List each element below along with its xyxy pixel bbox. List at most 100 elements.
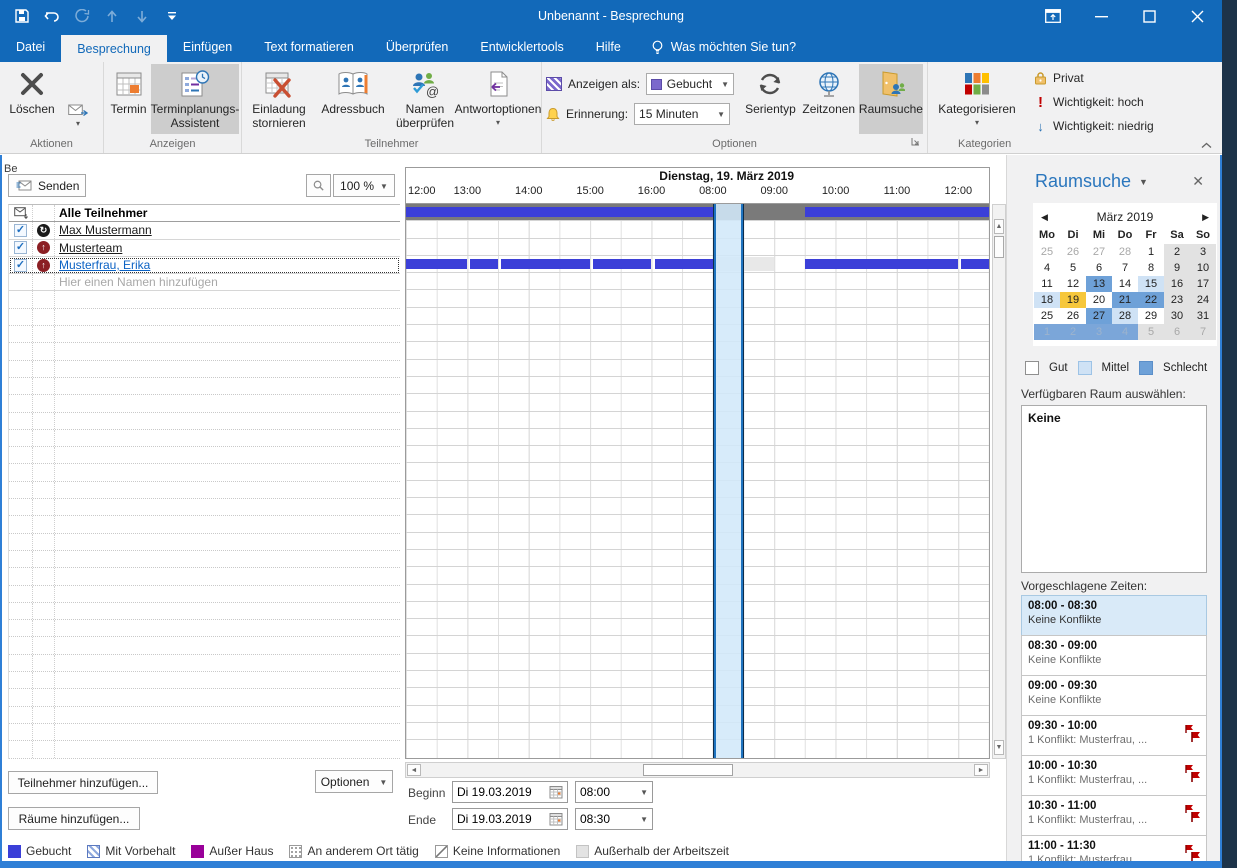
grid-horizontal-scrollbar[interactable]: ◄ ► <box>405 762 990 778</box>
empty-attendee-row[interactable] <box>9 672 400 689</box>
check-names-button[interactable]: @ Namen überprüfen <box>392 64 458 134</box>
attendee-name-link[interactable]: Musterfrau, Erika <box>59 258 150 272</box>
selected-time-slot[interactable] <box>713 204 744 758</box>
scroll-down-arrow[interactable]: ▼ <box>994 740 1004 755</box>
empty-attendee-row[interactable] <box>9 741 400 758</box>
empty-attendee-row[interactable] <box>9 707 400 724</box>
empty-attendee-row[interactable] <box>9 309 400 326</box>
calendar-day[interactable]: 8 <box>1138 260 1164 276</box>
dialog-launcher-icon[interactable] <box>911 137 923 149</box>
attendee-row[interactable]: ✓↻Max Mustermann <box>9 222 400 239</box>
save-icon[interactable] <box>14 8 30 24</box>
previous-month-arrow[interactable]: ◀ <box>1041 212 1048 223</box>
suggested-time-item[interactable]: 11:00 - 11:301 Konflikt: Musterfrau, ... <box>1021 835 1207 861</box>
attendee-row[interactable]: ✓↑Musterfrau, Erika <box>9 257 400 274</box>
calendar-day[interactable]: 10 <box>1190 260 1216 276</box>
low-importance-button[interactable]: ↓ Wichtigkeit: niedrig <box>1034 114 1154 138</box>
calendar-day[interactable]: 5 <box>1138 324 1164 340</box>
high-importance-button[interactable]: ! Wichtigkeit: hoch <box>1034 90 1154 114</box>
next-month-arrow[interactable]: ▶ <box>1202 212 1209 223</box>
empty-attendee-row[interactable] <box>9 378 400 395</box>
scroll-up-arrow[interactable]: ▲ <box>994 219 1004 234</box>
calendar-day[interactable]: 7 <box>1190 324 1216 340</box>
empty-attendee-row[interactable] <box>9 551 400 568</box>
empty-attendee-row[interactable] <box>9 395 400 412</box>
response-options-button[interactable]: Antwortoptionen ▾ <box>458 64 538 134</box>
calendar-day[interactable]: 1 <box>1034 324 1060 340</box>
vertical-scroll-thumb[interactable] <box>994 236 1004 258</box>
end-time-combobox[interactable]: 08:30 ▼ <box>575 808 653 830</box>
add-attendee-row[interactable]: Hier einen Namen hinzufügen <box>9 274 400 291</box>
tell-me-search[interactable]: Was möchten Sie tun? <box>637 32 810 62</box>
empty-attendee-row[interactable] <box>9 343 400 360</box>
calendar-day[interactable]: 3 <box>1086 324 1112 340</box>
empty-attendee-row[interactable] <box>9 655 400 672</box>
categorize-button[interactable]: Kategorisieren ▾ <box>934 64 1020 140</box>
customize-qat-icon[interactable] <box>164 8 180 24</box>
calendar-day[interactable]: 26 <box>1060 244 1086 260</box>
calendar-day[interactable]: 23 <box>1164 292 1190 308</box>
forward-button[interactable]: ▾ <box>60 64 96 128</box>
calendar-day[interactable]: 26 <box>1060 308 1086 324</box>
grid-vertical-scrollbar[interactable]: ▲ ▼ <box>992 204 1006 759</box>
calendar-day[interactable]: 14 <box>1112 276 1138 292</box>
empty-attendee-row[interactable] <box>9 568 400 585</box>
attendee-header-row[interactable]: Alle Teilnehmer <box>9 205 400 222</box>
close-button[interactable] <box>1186 5 1208 27</box>
room-finder-button[interactable]: Raumsuche <box>859 64 923 134</box>
redo-icon[interactable] <box>74 8 90 24</box>
options-button[interactable]: Optionen ▼ <box>315 770 393 793</box>
attendee-checkbox[interactable]: ✓ <box>9 222 33 238</box>
calendar-day[interactable]: 3 <box>1190 244 1216 260</box>
recurrence-button[interactable]: Serientyp <box>742 64 798 134</box>
begin-date-field[interactable]: Di 19.03.2019 <box>452 781 568 803</box>
empty-attendee-row[interactable] <box>9 482 400 499</box>
empty-attendee-row[interactable] <box>9 689 400 706</box>
ribbon-display-options-icon[interactable] <box>1042 5 1064 27</box>
maximize-button[interactable] <box>1138 5 1160 27</box>
attendee-name[interactable]: Musterfrau, Erika <box>55 258 400 272</box>
calendar-day[interactable]: 17 <box>1190 276 1216 292</box>
attendee-name-link[interactable]: Musterteam <box>59 241 122 255</box>
empty-attendee-row[interactable] <box>9 620 400 637</box>
calendar-day[interactable]: 25 <box>1034 308 1060 324</box>
attendee-name-link[interactable]: Max Mustermann <box>59 223 152 237</box>
calendar-day[interactable]: 5 <box>1060 260 1086 276</box>
tab--berpr-fen[interactable]: Überprüfen <box>370 32 465 62</box>
scroll-right-arrow[interactable]: ► <box>974 764 988 776</box>
empty-attendee-row[interactable] <box>9 464 400 481</box>
empty-attendee-row[interactable] <box>9 499 400 516</box>
suggested-time-item[interactable]: 09:00 - 09:30Keine Konflikte <box>1021 675 1207 716</box>
empty-attendee-row[interactable] <box>9 447 400 464</box>
add-attendees-button[interactable]: Teilnehmer hinzufügen... <box>8 771 158 794</box>
scheduling-assistant-button[interactable]: Terminplanungs-Assistent <box>151 64 239 134</box>
tab-einf-gen[interactable]: Einfügen <box>167 32 248 62</box>
attendee-checkbox[interactable]: ✓ <box>9 240 33 256</box>
minimize-button[interactable] <box>1090 5 1112 27</box>
attendee-row[interactable]: ✓↑Musterteam <box>9 240 400 257</box>
attendee-checkbox[interactable]: ✓ <box>9 257 33 273</box>
calendar-day[interactable]: 29 <box>1138 308 1164 324</box>
room-list-item[interactable]: Keine <box>1028 411 1061 425</box>
private-button[interactable]: Privat <box>1034 66 1154 90</box>
calendar-day[interactable]: 28 <box>1112 308 1138 324</box>
calendar-day[interactable]: 7 <box>1112 260 1138 276</box>
horizontal-scroll-thumb[interactable] <box>643 764 733 776</box>
dropdown-caret[interactable]: ▼ <box>1139 177 1148 187</box>
tab-besprechung[interactable]: Besprechung <box>61 35 167 62</box>
appointment-button[interactable]: Termin <box>106 64 151 134</box>
calendar-day[interactable]: 30 <box>1164 308 1190 324</box>
delete-button[interactable]: Löschen <box>4 64 60 117</box>
calendar-day[interactable]: 4 <box>1034 260 1060 276</box>
suggested-time-item[interactable]: 08:00 - 08:30Keine Konflikte <box>1021 595 1207 636</box>
calendar-day[interactable]: 31 <box>1190 308 1216 324</box>
empty-attendee-row[interactable] <box>9 361 400 378</box>
scroll-left-arrow[interactable]: ◄ <box>407 764 421 776</box>
suggested-time-item[interactable]: 08:30 - 09:00Keine Konflikte <box>1021 635 1207 676</box>
calendar-day[interactable]: 15 <box>1138 276 1164 292</box>
suggested-time-item[interactable]: 09:30 - 10:001 Konflikt: Musterfrau, ... <box>1021 715 1207 756</box>
zoom-magnifier-button[interactable] <box>306 174 331 197</box>
collapse-ribbon-icon[interactable] <box>1201 142 1212 149</box>
suggested-time-item[interactable]: 10:30 - 11:001 Konflikt: Musterfrau, ... <box>1021 795 1207 836</box>
tab-entwicklertools[interactable]: Entwicklertools <box>464 32 579 62</box>
